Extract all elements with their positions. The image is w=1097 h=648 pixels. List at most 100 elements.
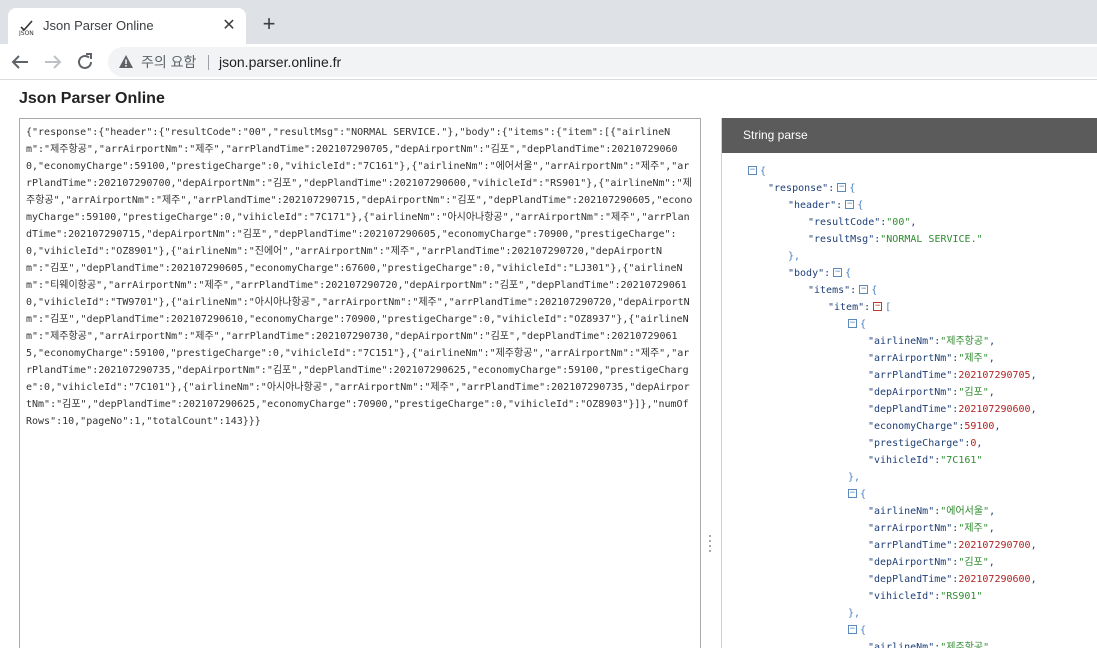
json-punctuation: , [1030,404,1037,415]
json-punctuation: , [1030,574,1037,585]
json-punctuation: { [760,166,767,177]
tree-row: "airlineNm":"제주항공", [868,639,995,648]
json-key: "arrPlandTime" [868,540,953,551]
json-key: "item" [828,302,865,313]
json-number-value: 59100 [964,421,995,432]
json-key: "economyCharge" [868,421,959,432]
json-key: "vihicleId" [868,455,935,466]
tree-row: "body": −{ [788,265,851,282]
tree-row: }, [848,605,860,622]
viewer-header: String parse [722,118,1097,153]
json-string-value: "제주" [958,523,989,534]
json-string-value: "제주" [958,353,989,364]
json-punctuation: , [1030,540,1037,551]
panel-splitter-handle[interactable] [708,535,712,557]
json-punctuation: , [1030,370,1037,381]
browser-tab[interactable]: JSON Json Parser Online ✕ [8,8,246,44]
collapse-toggle-icon[interactable]: − [848,488,857,498]
json-string-value: "제주항공" [940,642,990,648]
warning-icon[interactable] [118,54,134,70]
tree-row: "arrAirportNm":"제주", [868,520,995,537]
collapse-toggle-icon[interactable]: − [859,284,869,294]
json-punctuation: }, [788,251,801,262]
json-punctuation: { [849,183,856,194]
json-punctuation: : [864,302,871,313]
tree-row: "response": −{ [768,180,855,197]
json-punctuation: : [836,200,843,211]
json-key: "arrPlandTime" [868,370,953,381]
json-number-value: 202107290705 [958,370,1031,381]
json-key: "arrAirportNm" [868,523,953,534]
json-punctuation: : [824,268,831,279]
json-punctuation: , [988,523,995,534]
back-arrow-icon[interactable] [8,50,32,74]
json-punctuation: [ [885,302,892,313]
json-punctuation: , [988,353,995,364]
json-punctuation: , [976,438,983,449]
reload-icon[interactable] [73,50,97,74]
url-text[interactable]: json.parser.online.fr [219,54,341,70]
tree-row: −{ [848,622,866,639]
collapse-toggle-icon[interactable]: − [748,165,757,175]
security-warning-label[interactable]: 주의 요함 [141,54,196,70]
collapse-toggle-icon[interactable]: − [873,301,883,311]
json-key: "depAirportNm" [868,387,953,398]
collapse-toggle-icon[interactable]: − [833,267,843,277]
tree-row: "depAirportNm":"김포", [868,384,995,401]
json-punctuation: }, [848,608,861,619]
parse-result-panel: String parse −{"response": −{"header": −{"… [721,118,1097,648]
tree-row: }, [788,248,800,265]
json-key: "header" [788,200,837,211]
tree-row: "header": −{ [788,197,863,214]
tree-row: "arrPlandTime":202107290700, [868,537,1037,554]
address-bar[interactable]: 주의 요함 json.parser.online.fr [108,47,1097,77]
tree-row: "depPlandTime":202107290600, [868,401,1037,418]
page-title: Json Parser Online [19,90,165,107]
json-key: "body" [788,268,825,279]
tab-close-icon[interactable]: ✕ [220,17,238,35]
json-punctuation: , [989,506,996,517]
collapse-toggle-icon[interactable]: − [848,624,857,634]
forward-arrow-icon[interactable] [41,50,65,74]
json-key: "airlineNm" [868,642,935,648]
json-string-value: "NORMAL SERVICE." [880,234,983,245]
tree-row: "vihicleId":"RS901" [868,588,982,605]
tree-row: −{ [748,163,766,180]
svg-text:JSON: JSON [18,30,34,36]
json-punctuation: , [994,421,1001,432]
json-punctuation: , [989,336,996,347]
json-string-value: "김포" [958,557,989,568]
json-punctuation: { [871,285,878,296]
json-string-value: "에어서울" [940,506,990,517]
new-tab-button[interactable]: + [258,13,280,35]
collapse-toggle-icon[interactable]: − [845,199,855,209]
tree-row: "airlineNm":"에어서울", [868,503,995,520]
json-favicon-icon: JSON [18,20,34,36]
json-punctuation: { [845,268,852,279]
json-string-value: "00" [886,217,911,228]
tab-title: Json Parser Online [43,18,154,33]
tree-row: "resultCode":"00", [808,214,916,231]
json-punctuation: }, [848,472,861,483]
tree-row: "arrPlandTime":202107290705, [868,367,1037,384]
browser-toolbar: 주의 요함 json.parser.online.fr [0,44,1097,80]
json-number-value: 202107290600 [958,574,1031,585]
json-string-value: "RS901" [940,591,983,602]
json-key: "depPlandTime" [868,574,953,585]
json-punctuation: , [910,217,917,228]
json-punctuation: { [857,200,864,211]
collapse-toggle-icon[interactable]: − [837,182,847,192]
json-key: "airlineNm" [868,336,935,347]
json-punctuation: { [860,319,867,330]
json-input-textarea[interactable]: {"response":{"header":{"resultCode":"00"… [19,118,701,648]
json-key: "prestigeCharge" [868,438,965,449]
tab-strip: JSON Json Parser Online ✕ + [0,0,1097,44]
json-input-text[interactable]: {"response":{"header":{"resultCode":"00"… [20,119,700,435]
json-key: "items" [808,285,851,296]
json-punctuation: : [850,285,857,296]
json-key: "resultCode" [808,217,881,228]
tree-row: "airlineNm":"제주항공", [868,333,995,350]
json-punctuation: : [828,183,835,194]
json-key: "arrAirportNm" [868,353,953,364]
collapse-toggle-icon[interactable]: − [848,318,857,328]
